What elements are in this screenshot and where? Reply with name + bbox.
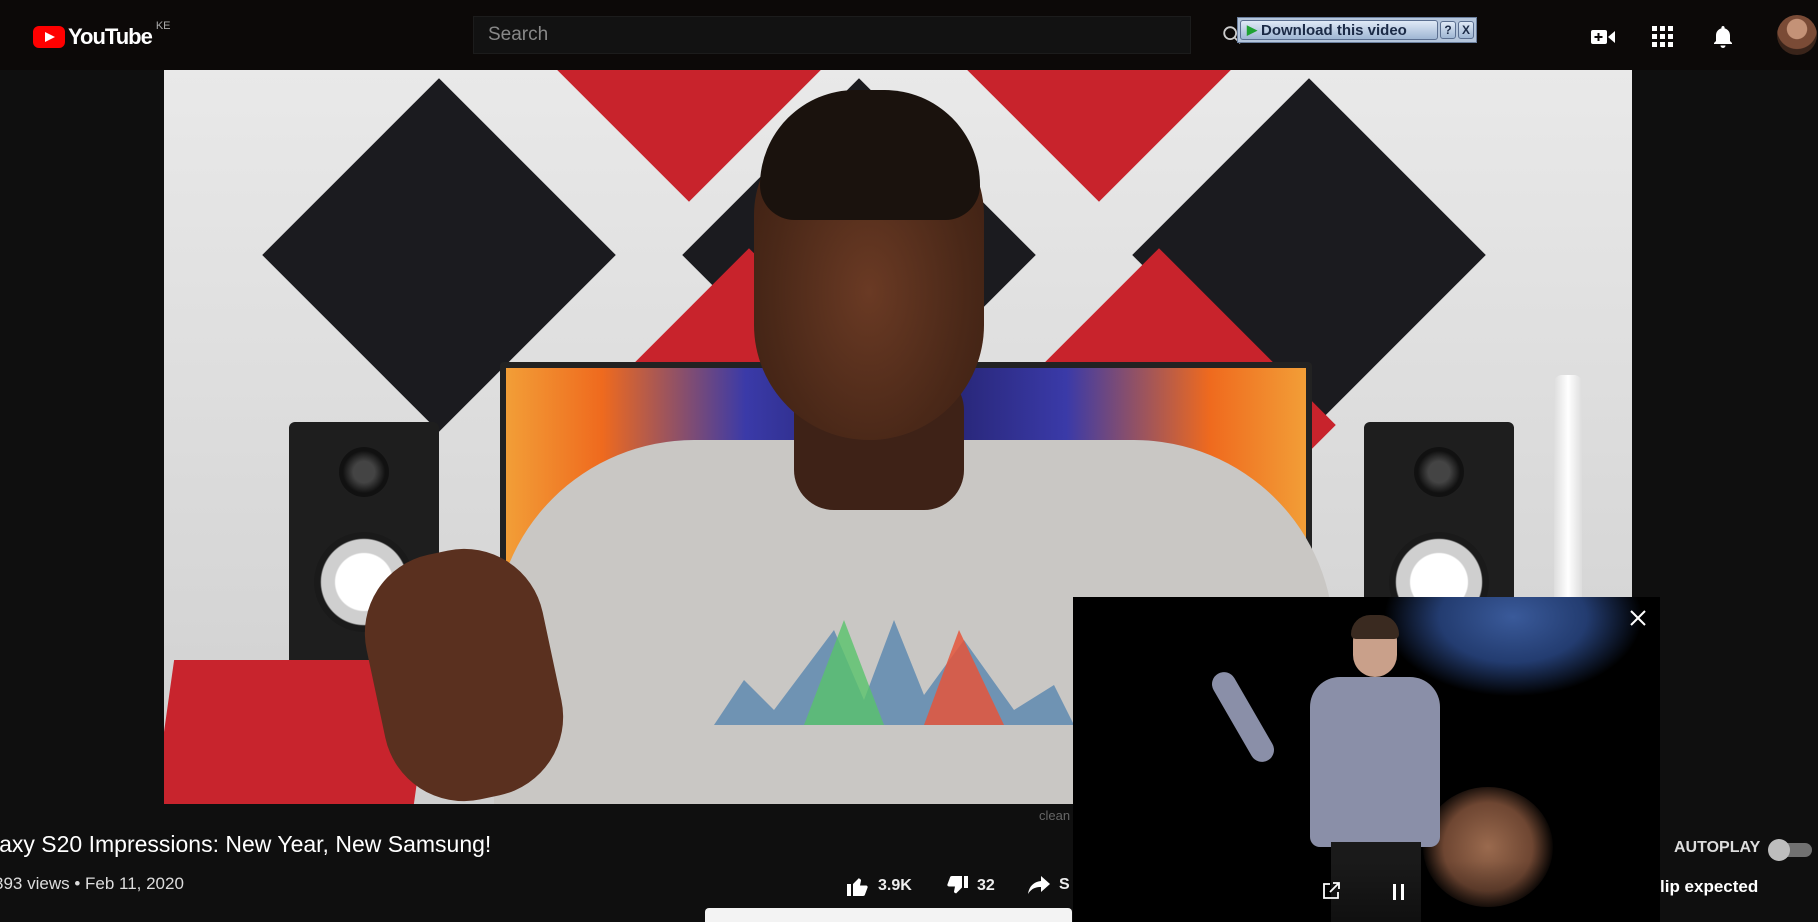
autoplay-toggle-knob xyxy=(1768,839,1790,861)
browser-extension-toolbar[interactable] xyxy=(705,908,1072,922)
account-avatar[interactable] xyxy=(1777,15,1817,55)
popout-icon[interactable] xyxy=(1321,881,1341,906)
download-video-label: Download this video xyxy=(1261,21,1407,39)
mini-player-controls xyxy=(1073,861,1660,922)
download-video-button[interactable]: ▶ Download this video xyxy=(1240,20,1438,40)
like-button[interactable]: 3.9K xyxy=(846,875,912,897)
youtube-logo[interactable]: YouTube KE xyxy=(33,20,171,50)
country-code: KE xyxy=(155,20,171,32)
video-watermark: clean xyxy=(1039,808,1071,823)
play-triangle-icon: ▶ xyxy=(1247,22,1257,37)
share-arrow-icon xyxy=(1028,876,1050,894)
notifications-bell-icon[interactable] xyxy=(1708,22,1738,52)
download-help-button[interactable]: ? xyxy=(1440,21,1456,39)
video-title: laxy S20 Impressions: New Year, New Sams… xyxy=(0,831,492,857)
pause-icon[interactable] xyxy=(1392,882,1406,907)
up-next-title[interactable]: lip expected xyxy=(1660,877,1758,897)
autoplay-toggle[interactable] xyxy=(1768,839,1812,861)
create-video-icon[interactable] xyxy=(1588,22,1618,52)
search-input[interactable] xyxy=(474,17,1190,53)
mini-scene-arm xyxy=(1207,667,1279,767)
apps-grid-icon[interactable] xyxy=(1648,22,1678,52)
video-meta: 393 views • Feb 11, 2020 xyxy=(0,874,184,893)
mini-player[interactable] xyxy=(1073,597,1660,922)
youtube-play-icon xyxy=(33,26,65,48)
thumbs-down-icon xyxy=(947,876,968,894)
search-box[interactable] xyxy=(473,16,1191,54)
download-close-button[interactable]: X xyxy=(1458,21,1474,39)
top-bar: YouTube KE ▶ Download this video ? X xyxy=(0,0,1818,70)
thumbs-up-icon xyxy=(847,878,868,896)
shirt-graphic xyxy=(714,620,1074,725)
logo-wordmark: YouTube xyxy=(68,24,153,49)
mini-scene-speaker-body xyxy=(1310,677,1440,847)
download-video-toolbar: ▶ Download this video ? X xyxy=(1237,17,1477,43)
share-label: S xyxy=(1059,876,1070,893)
dislike-count: 32 xyxy=(977,877,995,894)
close-icon[interactable] xyxy=(1628,608,1648,633)
mini-scene-speaker-hair xyxy=(1351,615,1399,639)
like-count: 3.9K xyxy=(878,877,912,894)
autoplay-label: AUTOPLAY xyxy=(1674,839,1761,856)
share-button[interactable]: S xyxy=(1027,875,1070,895)
dislike-button[interactable]: 32 xyxy=(945,875,995,897)
